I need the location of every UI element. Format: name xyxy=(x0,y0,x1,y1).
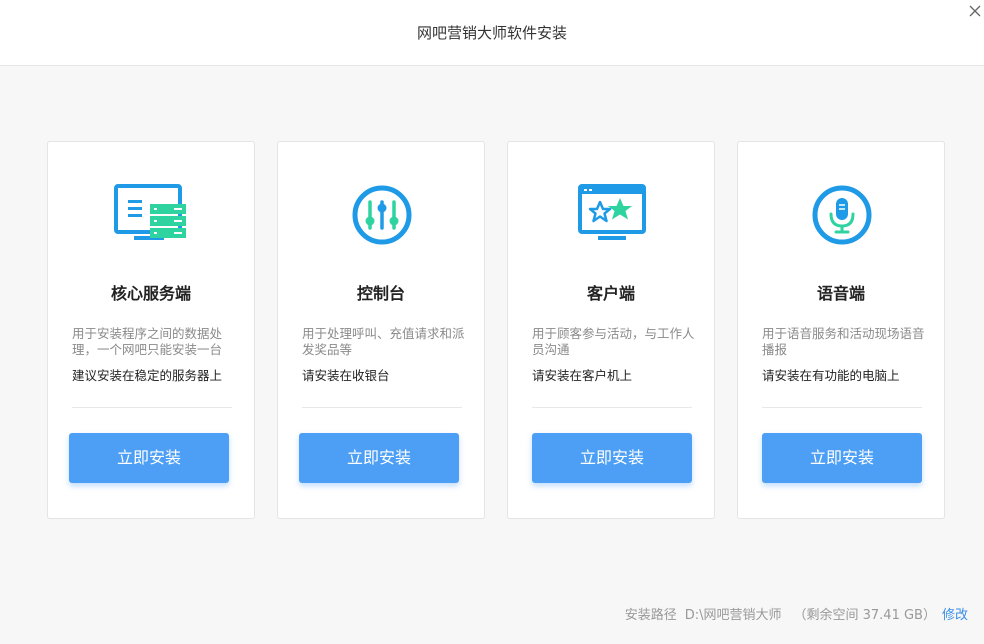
card-note: 请安装在客户机上 xyxy=(532,368,633,383)
card-divider xyxy=(762,407,922,408)
card-note: 建议安装在稳定的服务器上 xyxy=(72,368,223,383)
card-divider xyxy=(72,407,232,408)
close-icon xyxy=(969,5,981,17)
server-icon xyxy=(114,184,190,246)
card-voice: 语音端 用于语音服务和活动现场语音播报 请安装在有功能的电脑上 立即安装 xyxy=(737,141,945,519)
install-voice-button[interactable]: 立即安装 xyxy=(762,433,922,483)
install-path-label: 安装路径 xyxy=(624,608,677,623)
title-bar: 网吧营销大师软件安装 xyxy=(0,0,984,66)
card-description: 用于处理呼叫、充值请求和派发奖品等 xyxy=(302,326,465,357)
card-core-server: 核心服务端 用于安装程序之间的数据处理，一个网吧只能安装一台 建议安装在稳定的服… xyxy=(47,141,255,519)
sliders-icon xyxy=(344,184,420,246)
close-button[interactable] xyxy=(966,2,984,20)
install-core-server-button[interactable]: 立即安装 xyxy=(69,433,229,483)
card-description: 用于语音服务和活动现场语音播报 xyxy=(762,326,925,357)
card-title: 客户端 xyxy=(586,284,635,303)
install-client-button[interactable]: 立即安装 xyxy=(532,433,692,483)
free-space-text: （剩余空间 37.41 GB） xyxy=(793,608,936,623)
card-console: 控制台 用于处理呼叫、充值请求和派发奖品等 请安装在收银台 立即安装 xyxy=(277,141,485,519)
card-note: 请安装在有功能的电脑上 xyxy=(762,368,900,383)
microphone-icon xyxy=(804,184,880,246)
install-path-value: D:\网吧营销大师 xyxy=(684,608,782,623)
card-title: 控制台 xyxy=(356,284,405,303)
card-title: 语音端 xyxy=(816,284,865,303)
monitor-stars-icon xyxy=(574,184,650,246)
modify-path-link[interactable]: 修改 xyxy=(942,608,968,623)
card-description: 用于顾客参与活动，与工作人员沟通 xyxy=(532,326,695,357)
card-client: 客户端 用于顾客参与活动，与工作人员沟通 请安装在客户机上 立即安装 xyxy=(507,141,715,519)
card-divider xyxy=(302,407,462,408)
install-path-bar: 安装路径 D:\网吧营销大师 （剩余空间 37.41 GB） 修改 xyxy=(621,604,968,623)
card-title: 核心服务端 xyxy=(110,284,191,303)
card-note: 请安装在收银台 xyxy=(302,368,390,383)
install-console-button[interactable]: 立即安装 xyxy=(299,433,459,483)
card-divider xyxy=(532,407,692,408)
window-title: 网吧营销大师软件安装 xyxy=(416,24,567,42)
card-description: 用于安装程序之间的数据处理，一个网吧只能安装一台 xyxy=(72,326,223,357)
